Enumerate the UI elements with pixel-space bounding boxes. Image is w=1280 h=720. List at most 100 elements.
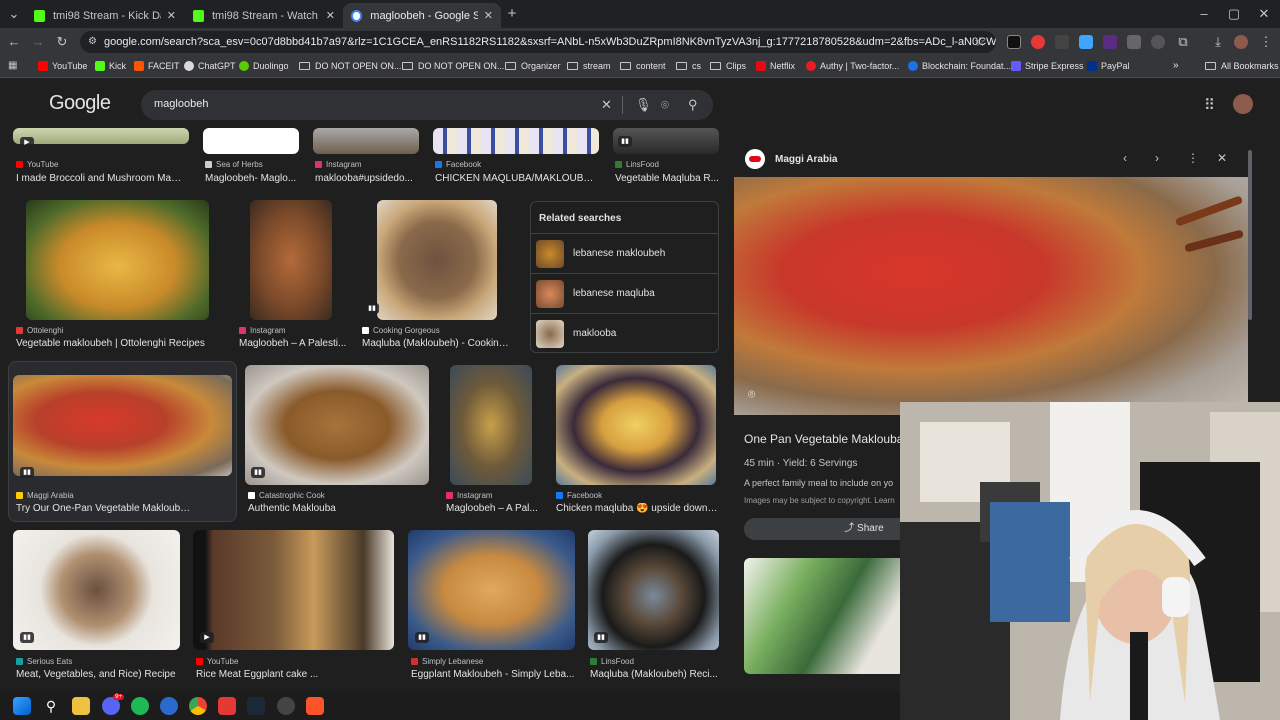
related-item[interactable]: lebanese maqluba	[531, 273, 718, 313]
result-image[interactable]	[408, 530, 575, 650]
apps-grid-icon[interactable]: ▦	[8, 60, 17, 71]
obs-icon[interactable]	[277, 697, 295, 715]
result-image[interactable]	[313, 128, 419, 154]
bookmark-folder[interactable]: content	[620, 61, 666, 71]
result-image[interactable]	[450, 365, 532, 485]
all-bookmarks[interactable]: All Bookmarks	[1205, 61, 1279, 71]
extension-icon[interactable]	[1079, 35, 1093, 49]
panel-source[interactable]: Maggi Arabia	[775, 154, 837, 165]
site-info-icon[interactable]: ⚙	[88, 31, 97, 53]
close-icon[interactable]: ✕	[167, 9, 176, 22]
bookmark-youtube[interactable]: YouTube	[38, 61, 87, 71]
extension-icon[interactable]	[1127, 35, 1141, 49]
extension-icon[interactable]	[1151, 35, 1165, 49]
maximize-icon[interactable]: ▢	[1226, 6, 1242, 22]
result-image[interactable]	[556, 365, 716, 485]
result-image[interactable]	[193, 530, 394, 650]
search-icon[interactable]: ⚲	[688, 97, 698, 113]
search-input[interactable]: magloobeh	[154, 98, 208, 110]
result-title[interactable]: Maqluba (Makloubeh) Reci...	[590, 669, 718, 680]
tab-google-search[interactable]: magloobeh - Google Search ✕	[343, 3, 501, 28]
chrome-icon[interactable]	[189, 697, 207, 715]
close-icon[interactable]: ✕	[326, 9, 335, 22]
bookmark-duolingo[interactable]: Duolingo	[239, 61, 289, 71]
result-image[interactable]	[588, 530, 719, 650]
result-title[interactable]: Chicken maqluba 😍 upside down ...	[556, 503, 718, 514]
tab-kick-dashboard[interactable]: tmi98 Stream - Kick Dashboard ✕	[26, 3, 184, 28]
extension-icon[interactable]	[1103, 35, 1117, 49]
previous-icon[interactable]: ‹	[1123, 151, 1127, 165]
result-image[interactable]	[13, 530, 180, 650]
lens-search-icon[interactable]: ⌾	[748, 387, 755, 402]
close-icon[interactable]: ✕	[1217, 151, 1227, 165]
bookmark-netflix[interactable]: Netflix	[756, 61, 795, 71]
bookmark-chatgpt[interactable]: ChatGPT	[184, 61, 236, 71]
forward-icon[interactable]: →	[30, 34, 46, 50]
bookmark-kick[interactable]: Kick	[95, 61, 126, 71]
search-icon[interactable]: ⚲	[42, 697, 60, 715]
bookmark-folder[interactable]: Organizer	[505, 61, 561, 71]
result-image[interactable]	[26, 200, 209, 320]
close-icon[interactable]: ✕	[484, 9, 493, 22]
file-explorer-icon[interactable]	[72, 697, 90, 715]
window-close-icon[interactable]: ✕	[1256, 6, 1272, 22]
result-title[interactable]: Vegetable Maqluba R...	[615, 173, 719, 184]
download-icon[interactable]: ⤓	[1210, 34, 1226, 50]
bookmark-paypal[interactable]: PayPal	[1087, 61, 1130, 71]
bookmark-authy[interactable]: Authy | Two-factor...	[806, 61, 899, 71]
discord-icon[interactable]: 9+	[102, 694, 124, 715]
panel-scrollbar[interactable]	[1248, 150, 1252, 320]
bookmark-folder[interactable]: DO NOT OPEN ON...	[402, 61, 504, 71]
windows-start-icon[interactable]	[13, 697, 31, 715]
preview-image[interactable]: ⌾	[734, 177, 1248, 415]
bookmark-star-icon[interactable]: ☆	[972, 34, 988, 50]
more-menu-icon[interactable]: ⋮	[1258, 34, 1274, 50]
lens-icon[interactable]: ⌾	[661, 97, 669, 113]
search-box[interactable]: magloobeh ✕ 🎙 ⌾ ⚲	[141, 90, 713, 120]
app-icon[interactable]	[160, 697, 178, 715]
app-icon[interactable]	[218, 697, 236, 715]
result-title[interactable]: Vegetable makloubeh | Ottolenghi Recipes	[16, 338, 226, 349]
reload-icon[interactable]: ↻	[54, 34, 70, 50]
spotify-icon[interactable]	[131, 697, 149, 715]
more-options-icon[interactable]: ⋮	[1187, 151, 1199, 165]
microphone-icon[interactable]: 🎙	[635, 97, 652, 113]
extension-icon[interactable]	[1055, 35, 1069, 49]
brave-icon[interactable]	[306, 697, 324, 715]
clear-icon[interactable]: ✕	[601, 97, 612, 113]
steam-icon[interactable]	[247, 697, 265, 715]
result-title[interactable]: makloobа#upsidedo...	[315, 173, 415, 184]
more-bookmarks-icon[interactable]: »	[1173, 60, 1179, 71]
bookmark-folder[interactable]: stream	[567, 61, 611, 71]
related-item[interactable]: lebanese makloubeh	[531, 233, 718, 273]
minimize-icon[interactable]: –	[1196, 6, 1212, 22]
result-title[interactable]: Magloobeh – A Pal...	[446, 503, 538, 514]
result-title[interactable]: CHICKEN MAQLUBA/MAKLOUBE...	[435, 173, 597, 184]
result-title[interactable]: Eggplant Makloubeh - Simply Leba...	[411, 669, 577, 680]
result-image[interactable]	[13, 375, 232, 476]
extension-icon[interactable]	[1007, 35, 1021, 49]
result-image[interactable]	[377, 200, 497, 320]
result-title[interactable]: Magloobeh – A Palesti...	[239, 338, 351, 349]
profile-avatar[interactable]	[1234, 35, 1248, 49]
bookmark-blockchain[interactable]: Blockchain: Foundat...	[908, 61, 1011, 71]
tab-search-icon[interactable]: ⌄	[6, 6, 22, 22]
bookmark-stripe[interactable]: Stripe Express	[1011, 61, 1084, 71]
account-avatar[interactable]	[1233, 94, 1253, 114]
address-bar[interactable]: ⚙ google.com/search?sca_esv=0c07d8bbd41b…	[80, 31, 996, 53]
result-title[interactable]: Maqluba (Makloubeh) - Cooking ...	[362, 338, 512, 349]
bookmark-faceit[interactable]: FACEIT	[134, 61, 180, 71]
back-icon[interactable]: ←	[6, 34, 22, 50]
related-image[interactable]	[744, 558, 904, 674]
result-image[interactable]	[433, 128, 599, 154]
result-title[interactable]: Rice Meat Eggplant cake ...	[196, 669, 396, 680]
bookmark-folder[interactable]: DO NOT OPEN ON...	[299, 61, 401, 71]
panel-title[interactable]: One Pan Vegetable Maklouba	[744, 432, 903, 446]
bookmark-folder[interactable]: cs	[676, 61, 701, 71]
extensions-puzzle-icon[interactable]: ⧉	[1175, 34, 1191, 50]
result-title[interactable]: Authentic Maklouba	[248, 503, 398, 514]
next-icon[interactable]: ›	[1155, 151, 1159, 165]
result-image[interactable]	[245, 365, 429, 485]
tab-kick-watch[interactable]: tmi98 Stream - Watch Live on K ✕	[185, 3, 343, 28]
result-title[interactable]: I made Broccoli and Mushroom Magl...	[16, 173, 186, 184]
